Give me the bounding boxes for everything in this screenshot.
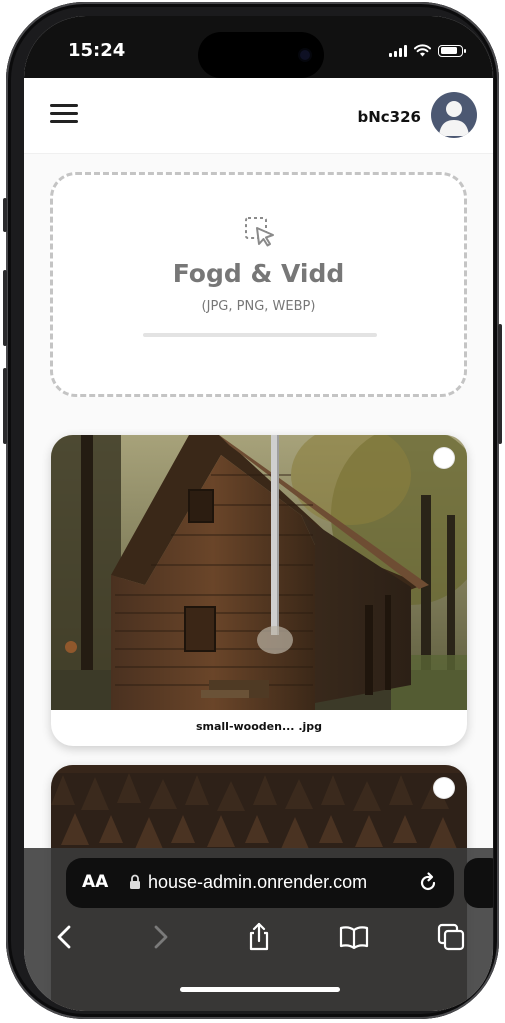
- select-checkbox[interactable]: [433, 447, 455, 469]
- phone-frame: 15:24 bNc326 Fogd & Vidd (JPG, PNG, WEBP…: [3, 2, 502, 1019]
- image-card[interactable]: small-wooden... .jpg: [51, 435, 467, 746]
- select-checkbox[interactable]: [433, 777, 455, 799]
- phone-screen: 15:24 bNc326 Fogd & Vidd (JPG, PNG, WEBP…: [24, 16, 493, 1011]
- forward-icon[interactable]: [145, 922, 175, 952]
- battery-level: [440, 47, 457, 54]
- back-icon[interactable]: [50, 922, 80, 952]
- text-size-button[interactable]: AA: [82, 872, 108, 892]
- volume-down-button: [3, 368, 7, 444]
- front-camera: [300, 50, 310, 60]
- status-bar: 15:24: [24, 16, 493, 78]
- status-time: 15:24: [68, 40, 126, 61]
- status-icons: [389, 44, 466, 57]
- upload-dropzone[interactable]: Fogd & Vidd (JPG, PNG, WEBP): [50, 172, 467, 397]
- mute-switch: [3, 198, 7, 232]
- upload-title: Fogd & Vidd: [172, 259, 345, 288]
- power-button: [498, 324, 502, 444]
- app-header: bNc326: [24, 78, 493, 154]
- tabs-icon[interactable]: [436, 922, 466, 952]
- user-avatar-icon[interactable]: [431, 92, 477, 138]
- volume-up-button: [3, 270, 7, 346]
- hamburger-menu-icon[interactable]: [50, 104, 78, 124]
- image-caption: small-wooden... .jpg: [195, 720, 323, 733]
- dynamic-island: [198, 32, 324, 78]
- bookmarks-icon[interactable]: [339, 922, 369, 952]
- reload-icon[interactable]: [416, 871, 440, 895]
- share-icon[interactable]: [244, 922, 274, 952]
- upload-pointer-icon: [245, 217, 274, 247]
- lock-icon: [130, 874, 140, 889]
- battery-icon: [438, 44, 466, 57]
- home-indicator[interactable]: [180, 987, 340, 992]
- cabin-photo: [51, 435, 467, 710]
- wifi-icon: [414, 44, 431, 57]
- next-tab-preview[interactable]: [464, 858, 493, 908]
- address-bar[interactable]: AA house-admin.onrender.com: [66, 858, 454, 908]
- upload-progress-bar: [143, 333, 377, 337]
- url-text: house-admin.onrender.com: [148, 872, 368, 892]
- cellular-signal-icon: [389, 44, 407, 57]
- username-label: bNc326: [357, 108, 422, 126]
- upload-formats: (JPG, PNG, WEBP): [201, 299, 316, 314]
